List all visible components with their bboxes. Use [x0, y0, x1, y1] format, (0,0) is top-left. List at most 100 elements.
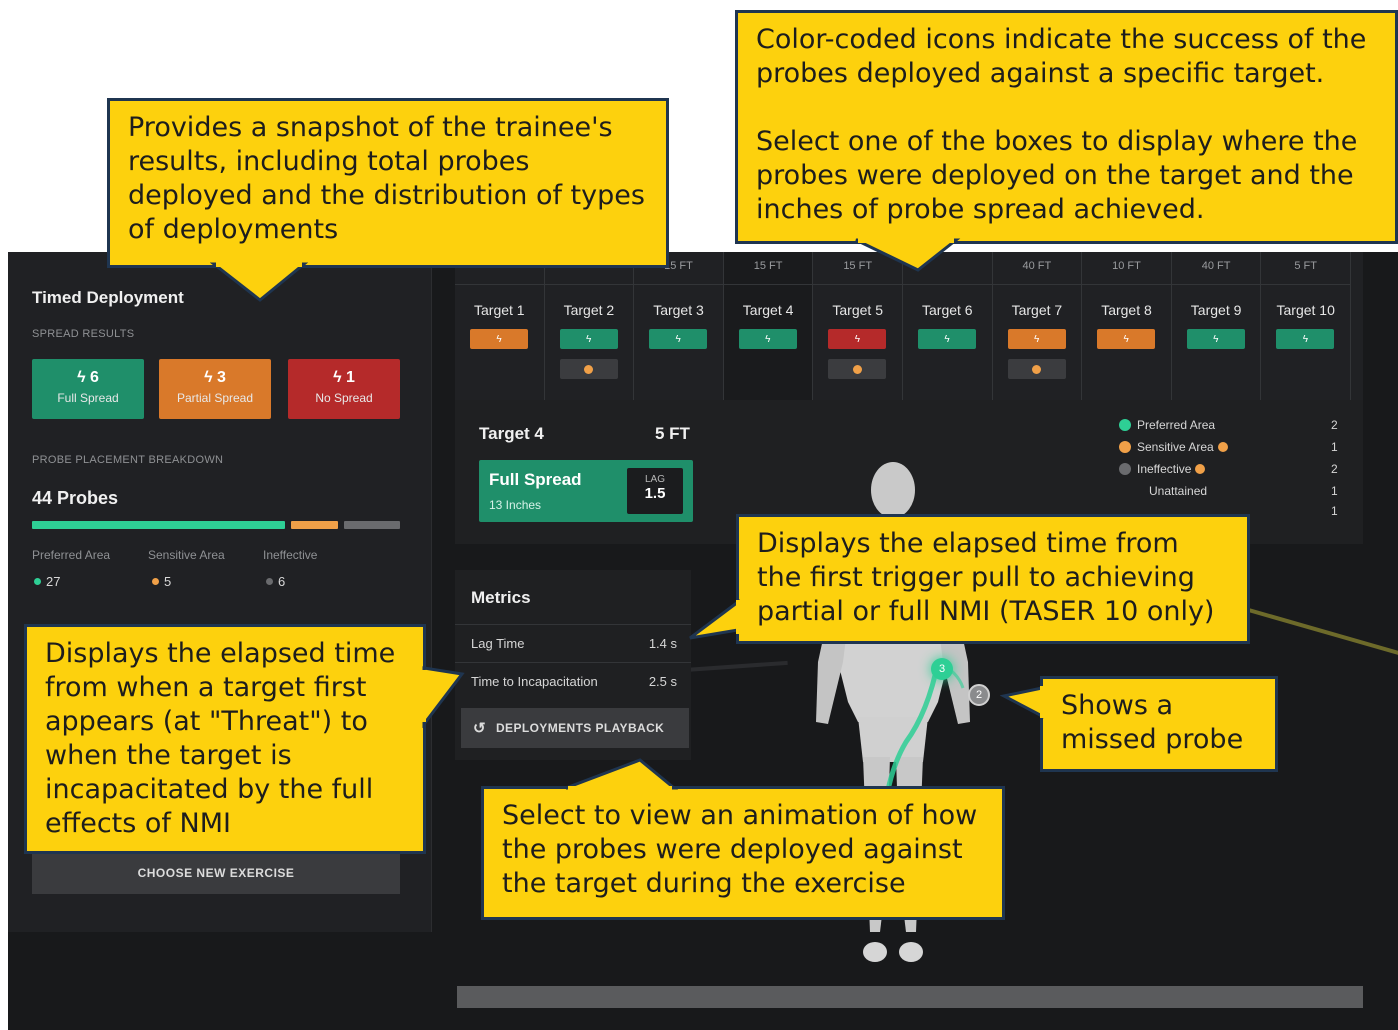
- incapacitation-row: Time to Incapacitation 2.5 s: [455, 662, 691, 700]
- breakdown-label: PROBE PLACEMENT BREAKDOWN: [32, 454, 224, 466]
- lag-time-row: Lag Time 1.4 s: [455, 624, 691, 662]
- target-box-5[interactable]: 15 FT Target 5ϟ: [813, 252, 903, 400]
- callout-missed-probe: Shows a missed probe: [1040, 676, 1278, 772]
- lag-time-label: Lag Time: [471, 636, 525, 651]
- area-count: 2: [1331, 462, 1338, 476]
- target-box-9[interactable]: 40 FT Target 9 ϟ: [1171, 252, 1262, 400]
- bolt-icon: ϟ: [765, 333, 771, 345]
- divider: [455, 284, 544, 285]
- dot-icon: [1032, 364, 1042, 374]
- bolt-icon: ϟ: [333, 369, 346, 386]
- lag-label: LAG: [644, 474, 665, 485]
- dot-icon: [852, 364, 862, 374]
- detail-lag-box: LAG 1.5: [627, 468, 683, 514]
- bolt-icon: ϟ: [1213, 333, 1219, 345]
- divider: [1261, 284, 1350, 285]
- area-legend-row: Unattained: [1149, 484, 1207, 498]
- area-count: 1: [1331, 440, 1338, 454]
- partial-spread-label: Partial Spread: [176, 391, 254, 405]
- dot-icon: [34, 578, 41, 585]
- target-box-3[interactable]: 15 FT Target 3ϟ: [634, 252, 724, 400]
- area-legend-row: Ineffective: [1119, 462, 1206, 476]
- dot-icon: [266, 578, 273, 585]
- area-legend-row: Preferred Area: [1119, 418, 1215, 432]
- area-count: 1: [1331, 504, 1338, 518]
- target-distance: 15 FT: [753, 260, 783, 272]
- spread-status-chip: ϟ: [1007, 329, 1066, 349]
- bolt-icon: ϟ: [1123, 333, 1129, 345]
- lag-time-value: 1.4 s: [648, 636, 677, 651]
- target-distance: 5 FT: [1294, 260, 1317, 272]
- target-name: Target 6: [922, 302, 973, 318]
- divider: [1171, 284, 1261, 285]
- bolt-icon: ϟ: [675, 333, 681, 345]
- sensitive-probe-indicator: [559, 359, 618, 379]
- probe-hit-marker[interactable]: 3: [931, 658, 953, 680]
- target-box-4[interactable]: 15 FT Target 4 ϟ: [723, 252, 814, 400]
- target-name: Target 4: [742, 302, 794, 318]
- no-spread-box: ϟ 1 No Spread: [288, 359, 400, 419]
- lag-value: 1.5: [644, 485, 666, 502]
- preferred-area-label: Preferred Area: [32, 548, 111, 562]
- area-legend-row: Sensitive Area: [1119, 440, 1228, 454]
- bolt-icon: ϟ: [77, 369, 90, 386]
- divider: [634, 284, 723, 285]
- target-box-1[interactable]: Target 1 ϟ: [455, 252, 545, 400]
- bolt-icon: ϟ: [496, 333, 502, 345]
- spread-status-chip: ϟ: [1186, 329, 1245, 349]
- preferred-area-bar: [32, 521, 285, 529]
- spread-status-chip: ϟ: [738, 329, 797, 349]
- callout-pointer: [855, 238, 961, 272]
- probes-total: 44 Probes: [32, 488, 119, 508]
- callout-playback: Select to view an animation of how the pr…: [481, 786, 1005, 920]
- ineffective-label: Ineffective: [263, 548, 318, 562]
- target-box-10[interactable]: 5 FT Target 10 ϟ: [1261, 252, 1351, 400]
- divider: [1082, 284, 1171, 285]
- spread-status-chip: ϟ: [649, 329, 708, 349]
- area-label: Ineffective: [1137, 462, 1192, 476]
- bolt-icon: ϟ: [585, 333, 592, 345]
- deployments-playback-button[interactable]: ↺ DEPLOYMENTS PLAYBACK: [461, 708, 689, 748]
- sensitive-area-bar: [291, 521, 338, 529]
- sensitive-area-label: Sensitive Area: [148, 548, 225, 562]
- target-box-2[interactable]: Target 2 ϟ: [544, 252, 635, 400]
- warning-dot-icon: [1195, 464, 1206, 474]
- detail-target-name: Target 4: [479, 424, 544, 443]
- callout-color-coded: Color-coded icons indicate the success o…: [735, 10, 1398, 244]
- bolt-icon: ϟ: [204, 369, 217, 386]
- area-count: 1: [1331, 484, 1338, 498]
- sensitive-probe-indicator: [828, 359, 887, 379]
- callout-pointer: [689, 599, 742, 640]
- target-box-8[interactable]: 10 FT Target 8 ϟ: [1082, 252, 1172, 400]
- full-spread-label: Full Spread: [57, 391, 119, 405]
- metrics-title: Metrics: [471, 588, 531, 607]
- dot-icon: [1119, 419, 1131, 431]
- target-distance: 40 FT: [1022, 260, 1052, 272]
- sensitive-probe-indicator: [1007, 359, 1066, 379]
- timeline-bar[interactable]: [457, 986, 1363, 1008]
- detail-spread-card: Full Spread 13 Inches LAG 1.5: [479, 460, 693, 522]
- bolt-icon: ϟ: [854, 333, 861, 345]
- partial-spread-box: ϟ 3 Partial Spread: [159, 359, 271, 419]
- preferred-area-value: 27: [34, 574, 60, 589]
- target-name: Target 7: [1011, 302, 1063, 318]
- target-name: Target 5: [832, 302, 883, 318]
- ineffective-bar: [344, 521, 400, 529]
- callout-pointer: [420, 666, 465, 728]
- target-box-6[interactable]: Target 6 ϟ: [903, 252, 993, 400]
- sensitive-area-value: 5: [152, 574, 171, 589]
- divider: [723, 284, 813, 285]
- choose-new-exercise-button[interactable]: CHOOSE NEW EXERCISE: [32, 852, 400, 894]
- bolt-icon: ϟ: [944, 333, 950, 345]
- spread-status-chip: ϟ: [918, 329, 976, 349]
- dot-icon: [1119, 441, 1131, 453]
- target-box-7[interactable]: 40 FT Target 7 ϟ: [992, 252, 1083, 400]
- detail-target-distance: 5 FT: [655, 424, 690, 443]
- partial-spread-count: ϟ 3: [204, 369, 226, 386]
- replay-icon: ↺: [473, 720, 486, 737]
- no-spread-count: ϟ 1: [333, 369, 355, 386]
- detail-spread-inches: 13 Inches: [489, 498, 542, 512]
- area-label: Unattained: [1149, 484, 1208, 498]
- probe-miss-marker[interactable]: 2: [968, 684, 990, 706]
- spread-status-chip: ϟ: [828, 329, 887, 349]
